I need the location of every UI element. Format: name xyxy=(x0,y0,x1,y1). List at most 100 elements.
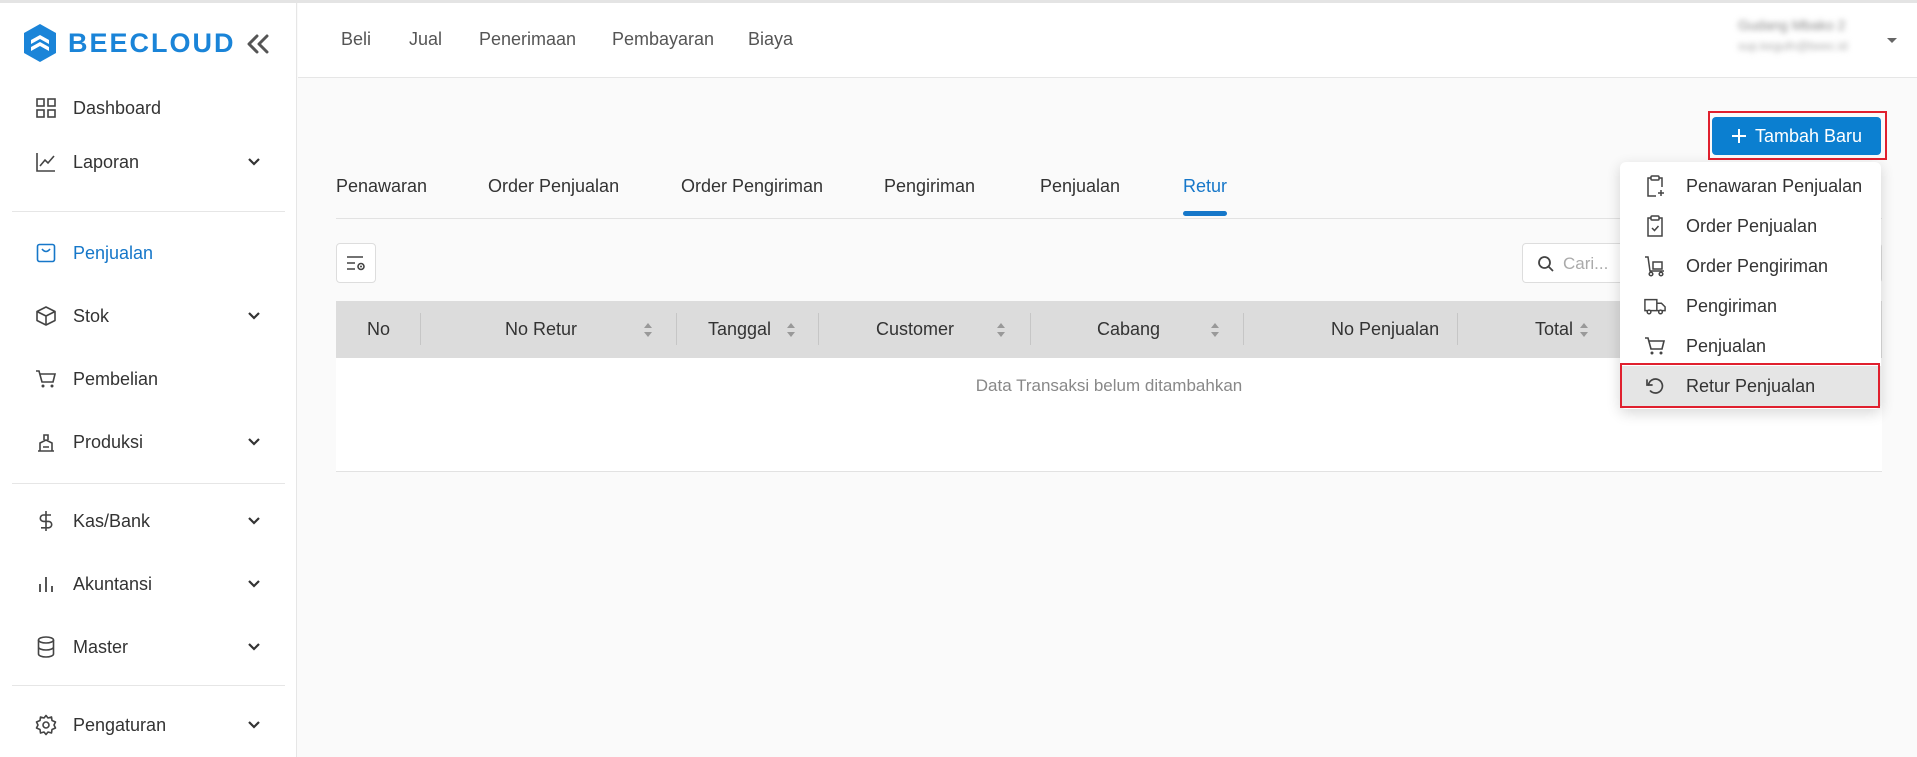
bar-chart-icon xyxy=(34,572,58,596)
chevron-down-icon xyxy=(242,635,266,659)
truck-icon xyxy=(1644,295,1666,317)
top-nav-jual[interactable]: Jual xyxy=(409,29,442,50)
sidebar-item-laporan[interactable]: Laporan xyxy=(0,136,297,188)
sidebar-item-pengaturan[interactable]: Pengaturan xyxy=(0,699,297,751)
user-name: Gudang Mbako 2 xyxy=(1738,17,1846,33)
sort-icon[interactable] xyxy=(786,321,796,339)
top-header: Beli Jual Penerimaan Pembayaran Biaya Gu… xyxy=(298,3,1917,78)
app-logo[interactable]: BEECLOUD xyxy=(22,21,236,65)
box-icon xyxy=(34,304,58,328)
menu-item-label: Penjualan xyxy=(1686,335,1767,356)
menu-item-order-penjualan[interactable]: Order Penjualan xyxy=(1620,206,1881,246)
sort-icon[interactable] xyxy=(643,321,653,339)
menu-item-penawaran-penjualan[interactable]: Penawaran Penjualan xyxy=(1620,166,1881,206)
app-name: BEECLOUD xyxy=(68,27,236,58)
column-separator xyxy=(1457,313,1458,345)
clipboard-check-icon xyxy=(1644,215,1666,237)
column-header-no-retur[interactable]: No Retur xyxy=(505,319,577,340)
tab-penawaran[interactable]: Penawaran xyxy=(336,176,427,197)
sidebar-item-label: Master xyxy=(73,636,129,657)
caret-down-icon[interactable] xyxy=(1884,33,1900,49)
column-header-customer[interactable]: Customer xyxy=(876,319,954,340)
menu-item-label: Order Pengiriman xyxy=(1686,255,1829,276)
chevron-down-icon xyxy=(242,509,266,533)
database-icon xyxy=(34,635,58,659)
menu-item-pengiriman[interactable]: Pengiriman xyxy=(1620,286,1881,326)
top-nav-biaya[interactable]: Biaya xyxy=(748,29,793,50)
sidebar-divider xyxy=(12,685,285,686)
cart-icon xyxy=(34,367,58,391)
sidebar-item-label: Dashboard xyxy=(73,97,162,118)
sidebar: BEECLOUD Dashboard Laporan Penjualan Sto… xyxy=(0,3,297,757)
column-separator xyxy=(420,313,421,345)
chevron-down-icon xyxy=(242,150,266,174)
sidebar-item-stok[interactable]: Stok xyxy=(0,290,297,342)
user-email: sup.kegufn@beec.id xyxy=(1738,39,1848,53)
menu-item-label: Penawaran Penjualan xyxy=(1686,175,1863,196)
user-menu[interactable]: Gudang Mbako 2 sup.kegufn@beec.id xyxy=(1738,17,1868,65)
tab-order-penjualan[interactable]: Order Penjualan xyxy=(488,176,619,197)
clipboard-plus-icon xyxy=(1644,175,1666,197)
filter-settings-button[interactable] xyxy=(336,243,376,283)
top-nav-beli[interactable]: Beli xyxy=(341,29,371,50)
sidebar-item-label: Akuntansi xyxy=(73,573,153,594)
chevron-down-icon xyxy=(242,430,266,454)
dashboard-icon xyxy=(34,96,58,120)
column-header-no-penjualan[interactable]: No Penjualan xyxy=(1331,319,1439,340)
sidebar-item-label: Kas/Bank xyxy=(73,510,151,531)
sidebar-item-pembelian[interactable]: Pembelian xyxy=(0,353,297,405)
active-tab-indicator xyxy=(1183,211,1227,216)
sidebar-item-label: Pembelian xyxy=(73,368,159,389)
chevron-down-icon xyxy=(242,304,266,328)
chart-line-icon xyxy=(34,150,58,174)
sidebar-item-label: Stok xyxy=(73,305,110,326)
menu-item-label: Pengiriman xyxy=(1686,295,1778,316)
sort-icon[interactable] xyxy=(996,321,1006,339)
sidebar-item-penjualan[interactable]: Penjualan xyxy=(0,227,297,279)
column-separator xyxy=(1030,313,1031,345)
top-nav-penerimaan[interactable]: Penerimaan xyxy=(479,29,576,50)
top-nav-pembayaran[interactable]: Pembayaran xyxy=(612,29,714,50)
column-header-total[interactable]: Total xyxy=(1535,319,1573,340)
sales-tag-icon xyxy=(34,241,58,265)
chevron-down-icon xyxy=(242,572,266,596)
dollar-icon xyxy=(34,509,58,533)
sidebar-item-akuntansi[interactable]: Akuntansi xyxy=(0,558,297,610)
beecloud-logo-icon xyxy=(24,24,56,62)
sort-icon[interactable] xyxy=(1210,321,1220,339)
filter-settings-icon xyxy=(347,256,365,271)
factory-icon xyxy=(34,430,58,454)
tab-pengiriman[interactable]: Pengiriman xyxy=(884,176,975,197)
tab-retur[interactable]: Retur xyxy=(1183,176,1227,197)
sort-icon[interactable] xyxy=(1579,321,1589,339)
collapse-sidebar-icon[interactable] xyxy=(243,29,273,59)
menu-item-highlight xyxy=(1620,363,1880,408)
sidebar-item-label: Produksi xyxy=(73,431,144,452)
sidebar-item-master[interactable]: Master xyxy=(0,621,297,673)
sidebar-item-produksi[interactable]: Produksi xyxy=(0,416,297,468)
gear-icon xyxy=(34,713,58,737)
sidebar-item-label: Penjualan xyxy=(73,242,154,263)
sidebar-item-label: Pengaturan xyxy=(73,714,167,735)
hand-truck-icon xyxy=(1644,255,1666,277)
column-separator xyxy=(1243,313,1244,345)
tab-order-pengiriman[interactable]: Order Pengiriman xyxy=(681,176,823,197)
search-icon xyxy=(1538,256,1554,272)
menu-item-label: Order Penjualan xyxy=(1686,215,1818,236)
menu-item-penjualan[interactable]: Penjualan xyxy=(1620,326,1881,366)
cart-icon xyxy=(1644,335,1666,357)
chevron-down-icon xyxy=(242,713,266,737)
tab-penjualan[interactable]: Penjualan xyxy=(1040,176,1120,197)
add-button-highlight xyxy=(1708,111,1887,160)
sidebar-item-dashboard[interactable]: Dashboard xyxy=(0,82,297,134)
sidebar-divider xyxy=(12,483,285,484)
sidebar-item-label: Laporan xyxy=(73,151,140,172)
sidebar-item-kas-bank[interactable]: Kas/Bank xyxy=(0,495,297,547)
column-header-tanggal[interactable]: Tanggal xyxy=(708,319,771,340)
column-header-cabang[interactable]: Cabang xyxy=(1097,319,1160,340)
column-separator xyxy=(676,313,677,345)
column-header-no[interactable]: No xyxy=(367,319,390,340)
menu-item-order-pengiriman[interactable]: Order Pengiriman xyxy=(1620,246,1881,286)
column-separator xyxy=(818,313,819,345)
sidebar-divider xyxy=(12,211,285,212)
